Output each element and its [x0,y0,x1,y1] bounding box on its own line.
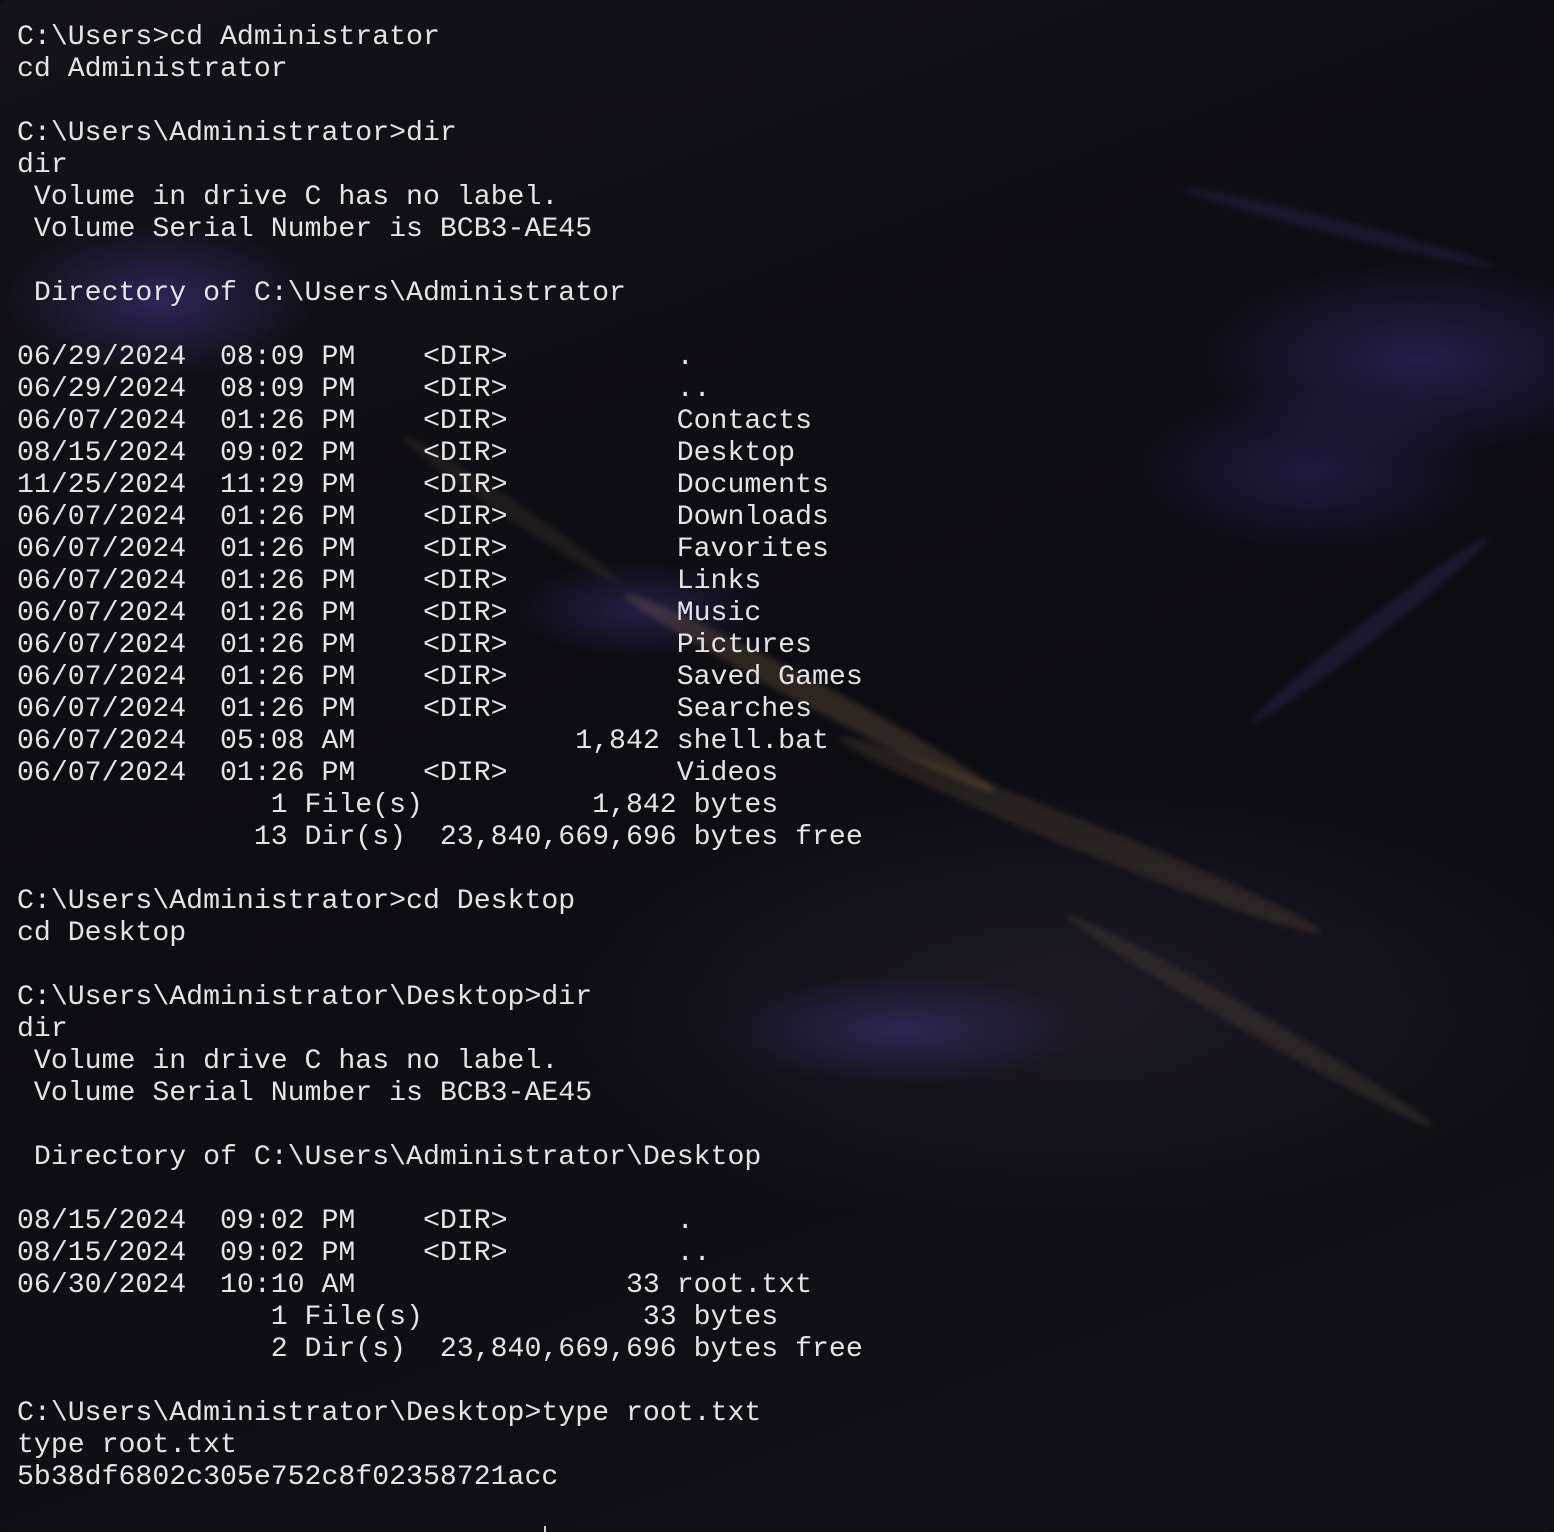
terminal-line: 06/07/2024 01:26 PM <DIR> Saved Games [17,662,863,693]
wallpaper-streak [1245,529,1495,731]
terminal-line: 06/29/2024 08:09 PM <DIR> .. [17,374,711,405]
terminal-line: C:\Users\Administrator\Desktop>dir [17,982,593,1013]
terminal-line: 1 File(s) 33 bytes [17,1302,779,1333]
terminal-line: 06/07/2024 01:26 PM <DIR> Favorites [17,534,829,565]
terminal-line: C:\Users>cd Administrator [17,22,440,53]
terminal-line: 06/07/2024 01:26 PM <DIR> Searches [17,694,813,725]
terminal-line: 11/25/2024 11:29 PM <DIR> Documents [17,470,829,501]
terminal-line: 1 File(s) 1,842 bytes [17,790,779,821]
terminal-line: 08/15/2024 09:02 PM <DIR> .. [17,1238,711,1269]
terminal-line: cd Administrator [17,54,288,85]
terminal-line: 06/29/2024 08:09 PM <DIR> . [17,342,694,373]
terminal-line: 13 Dir(s) 23,840,669,696 bytes free [17,822,863,853]
terminal-line: 08/15/2024 09:02 PM <DIR> . [17,1206,694,1237]
terminal-output[interactable]: C:\Users>cd Administrator cd Administrato… [17,22,863,1526]
terminal-line: dir [17,1014,68,1045]
terminal-line: Volume Serial Number is BCB3-AE45 [17,1078,593,1109]
terminal-line: Directory of C:\Users\Administrator\Desk… [17,1142,762,1173]
wallpaper-streak [1062,906,1438,1136]
terminal-line: 08/15/2024 09:02 PM <DIR> Desktop [17,438,796,469]
terminal-line: 06/07/2024 05:08 AM 1,842 shell.bat [17,726,829,757]
terminal-line: Directory of C:\Users\Administrator [17,278,626,309]
wallpaper-streak [1182,181,1498,275]
terminal-line: 06/07/2024 01:26 PM <DIR> Videos [17,758,779,789]
wallpaper-streak [833,723,1327,947]
terminal-line: C:\Users\Administrator\Desktop>type root… [17,1398,762,1429]
terminal-line: 06/07/2024 01:26 PM <DIR> Music [17,598,762,629]
terminal-line: 06/07/2024 01:26 PM <DIR> Downloads [17,502,829,533]
terminal-line: type root.txt [17,1430,237,1461]
terminal-line: 5b38df6802c305e752c8f02358721acc [17,1462,559,1493]
terminal-line: 06/07/2024 01:26 PM <DIR> Links [17,566,762,597]
terminal-line: 06/07/2024 01:26 PM <DIR> Contacts [17,406,813,437]
terminal-line: Volume Serial Number is BCB3-AE45 [17,214,593,245]
terminal-line: C:\Users\Administrator>dir [17,118,457,149]
terminal-line: cd Desktop [17,918,187,949]
terminal-window[interactable]: C:\Users>cd Administrator cd Administrato… [0,0,1554,1532]
terminal-line: dir [17,150,68,181]
terminal-line: 06/07/2024 01:26 PM <DIR> Pictures [17,630,813,661]
terminal-line: 06/30/2024 10:10 AM 33 root.txt [17,1270,813,1301]
terminal-line: Volume in drive C has no label. [17,182,559,213]
terminal-line: C:\Users\Administrator>cd Desktop [17,886,576,917]
terminal-line: 2 Dir(s) 23,840,669,696 bytes free [17,1334,863,1365]
terminal-line: Volume in drive C has no label. [17,1046,559,1077]
text-cursor [544,1526,546,1532]
